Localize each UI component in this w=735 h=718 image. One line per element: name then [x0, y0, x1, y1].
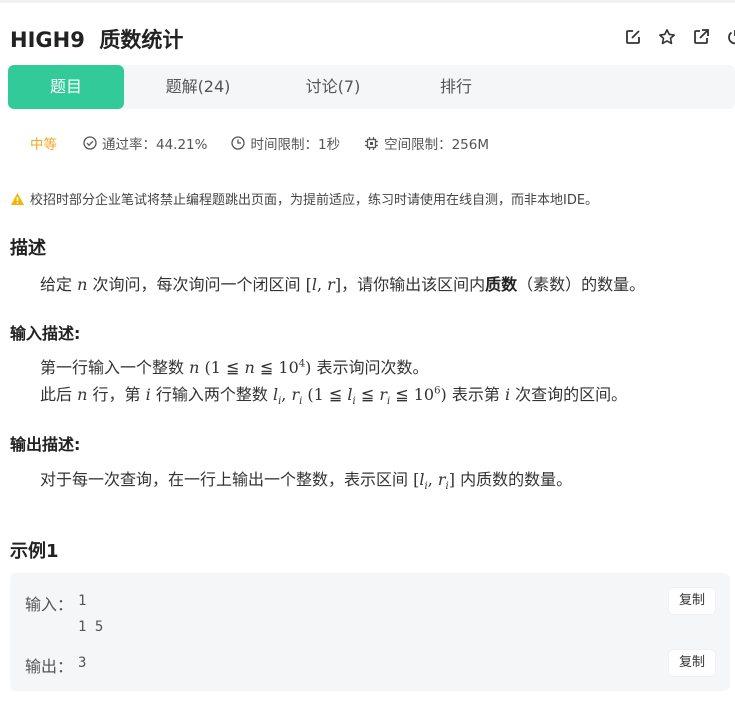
tab-problem[interactable]: 题目	[8, 65, 124, 109]
tab-ranking[interactable]: 排行	[416, 65, 496, 109]
star-icon[interactable]	[656, 26, 678, 48]
top-divider	[0, 0, 735, 3]
math-l-r-bound: li, ri (1 ≦ li ≦ ri ≦ 106)	[272, 385, 447, 408]
input-desc-part: 表示询问次数。	[316, 358, 429, 377]
desc-part: 给定	[40, 275, 73, 294]
input-desc-part: 行，第	[92, 385, 141, 404]
desc-part: 次询问，每次询问一个闭区间	[92, 275, 301, 294]
problem-meta: 中等 通过率：44.21% 时间限制：1秒 空间限制：256M	[30, 133, 513, 153]
time-limit: 时间限制：1秒	[231, 133, 340, 153]
input-description-heading: 输入描述:	[10, 324, 81, 343]
input-desc-part: 表示第	[451, 385, 500, 404]
output-desc-part: 对于每一次查询，在一行上输出一个整数，表示区间	[40, 470, 409, 489]
input-desc-line-1: 第一行输入一个整数 n (1 ≦ n ≦ 104) 表示询问次数。	[40, 354, 429, 378]
input-desc-part: 次查询的区间。	[515, 385, 628, 404]
warning-icon	[11, 192, 24, 205]
chip-icon	[365, 136, 379, 150]
example-input-line-1: 1	[78, 593, 87, 609]
description-heading: 描述	[10, 238, 46, 259]
example-input-line-2: 1 5	[78, 619, 104, 635]
external-link-icon[interactable]	[690, 26, 712, 48]
edit-icon[interactable]	[622, 26, 644, 48]
input-desc-part: 第一行输入一个整数	[40, 358, 185, 377]
input-desc-line-2: 此后 n 行，第 i 行输入两个整数 li, ri (1 ≦ li ≦ ri ≦…	[40, 381, 627, 407]
exam-notice: 校招时部分企业笔试将禁止编程题跳出页面，为提前适应，练习时请使用在线自测，而非本…	[10, 189, 598, 208]
input-desc-part: 行输入两个整数	[155, 385, 268, 404]
tab-solutions[interactable]: 题解(24)	[148, 65, 248, 109]
math-li-ri: [li, ri]	[413, 470, 455, 493]
header-actions	[622, 26, 735, 48]
math-n: n	[77, 385, 88, 404]
input-desc-part: 此后	[40, 385, 73, 404]
math-i: i	[504, 385, 511, 404]
copy-input-button[interactable]: 复制	[669, 588, 715, 614]
problem-tabs: 题目 题解(24) 讨论(7) 排行	[8, 65, 735, 109]
check-circle-icon	[83, 136, 97, 150]
example-box: 输入： 1 1 5 复制 输出： 3 复制	[10, 573, 730, 691]
example-input-label: 输入：	[25, 595, 74, 614]
math-interval: [l, r]	[305, 275, 342, 294]
copy-output-button[interactable]: 复制	[669, 650, 715, 676]
example-heading: 示例1	[10, 541, 59, 562]
description-text: 给定 n 次询问，每次询问一个闭区间 [l, r]，请你输出该区间内质数（素数）…	[40, 271, 645, 295]
math-n: n	[77, 275, 88, 294]
desc-part: （素数）的数量。	[517, 275, 646, 294]
output-description-heading: 输出描述:	[10, 435, 81, 454]
example-output-value: 3	[78, 655, 87, 671]
example-output-label: 输出：	[25, 657, 74, 676]
clock-icon	[231, 136, 246, 150]
difficulty-badge: 中等	[30, 137, 57, 153]
pass-rate: 通过率：44.21%	[83, 133, 207, 153]
desc-bold-term: 质数	[485, 275, 518, 294]
notice-text: 校招时部分企业笔试将禁止编程题跳出页面，为提前适应，练习时请使用在线自测，而非本…	[30, 193, 599, 208]
output-desc-text: 对于每一次查询，在一行上输出一个整数，表示区间 [li, ri] 内质数的数量。	[40, 466, 572, 492]
math-i: i	[145, 385, 151, 404]
time-limit-text: 时间限制：1秒	[250, 137, 341, 153]
space-limit: 空间限制：256M	[364, 133, 489, 153]
power-icon[interactable]	[724, 26, 735, 48]
math-n-bound: n (1 ≦ n ≦ 104)	[189, 358, 312, 377]
desc-part: ，请你输出该区间内	[341, 275, 486, 294]
pass-rate-text: 通过率：44.21%	[102, 137, 208, 153]
tab-discussion[interactable]: 讨论(7)	[283, 65, 383, 109]
problem-title: HIGH9 质数统计	[10, 28, 184, 52]
space-limit-text: 空间限制：256M	[384, 137, 489, 153]
output-desc-part: 内质数的数量。	[460, 470, 573, 489]
